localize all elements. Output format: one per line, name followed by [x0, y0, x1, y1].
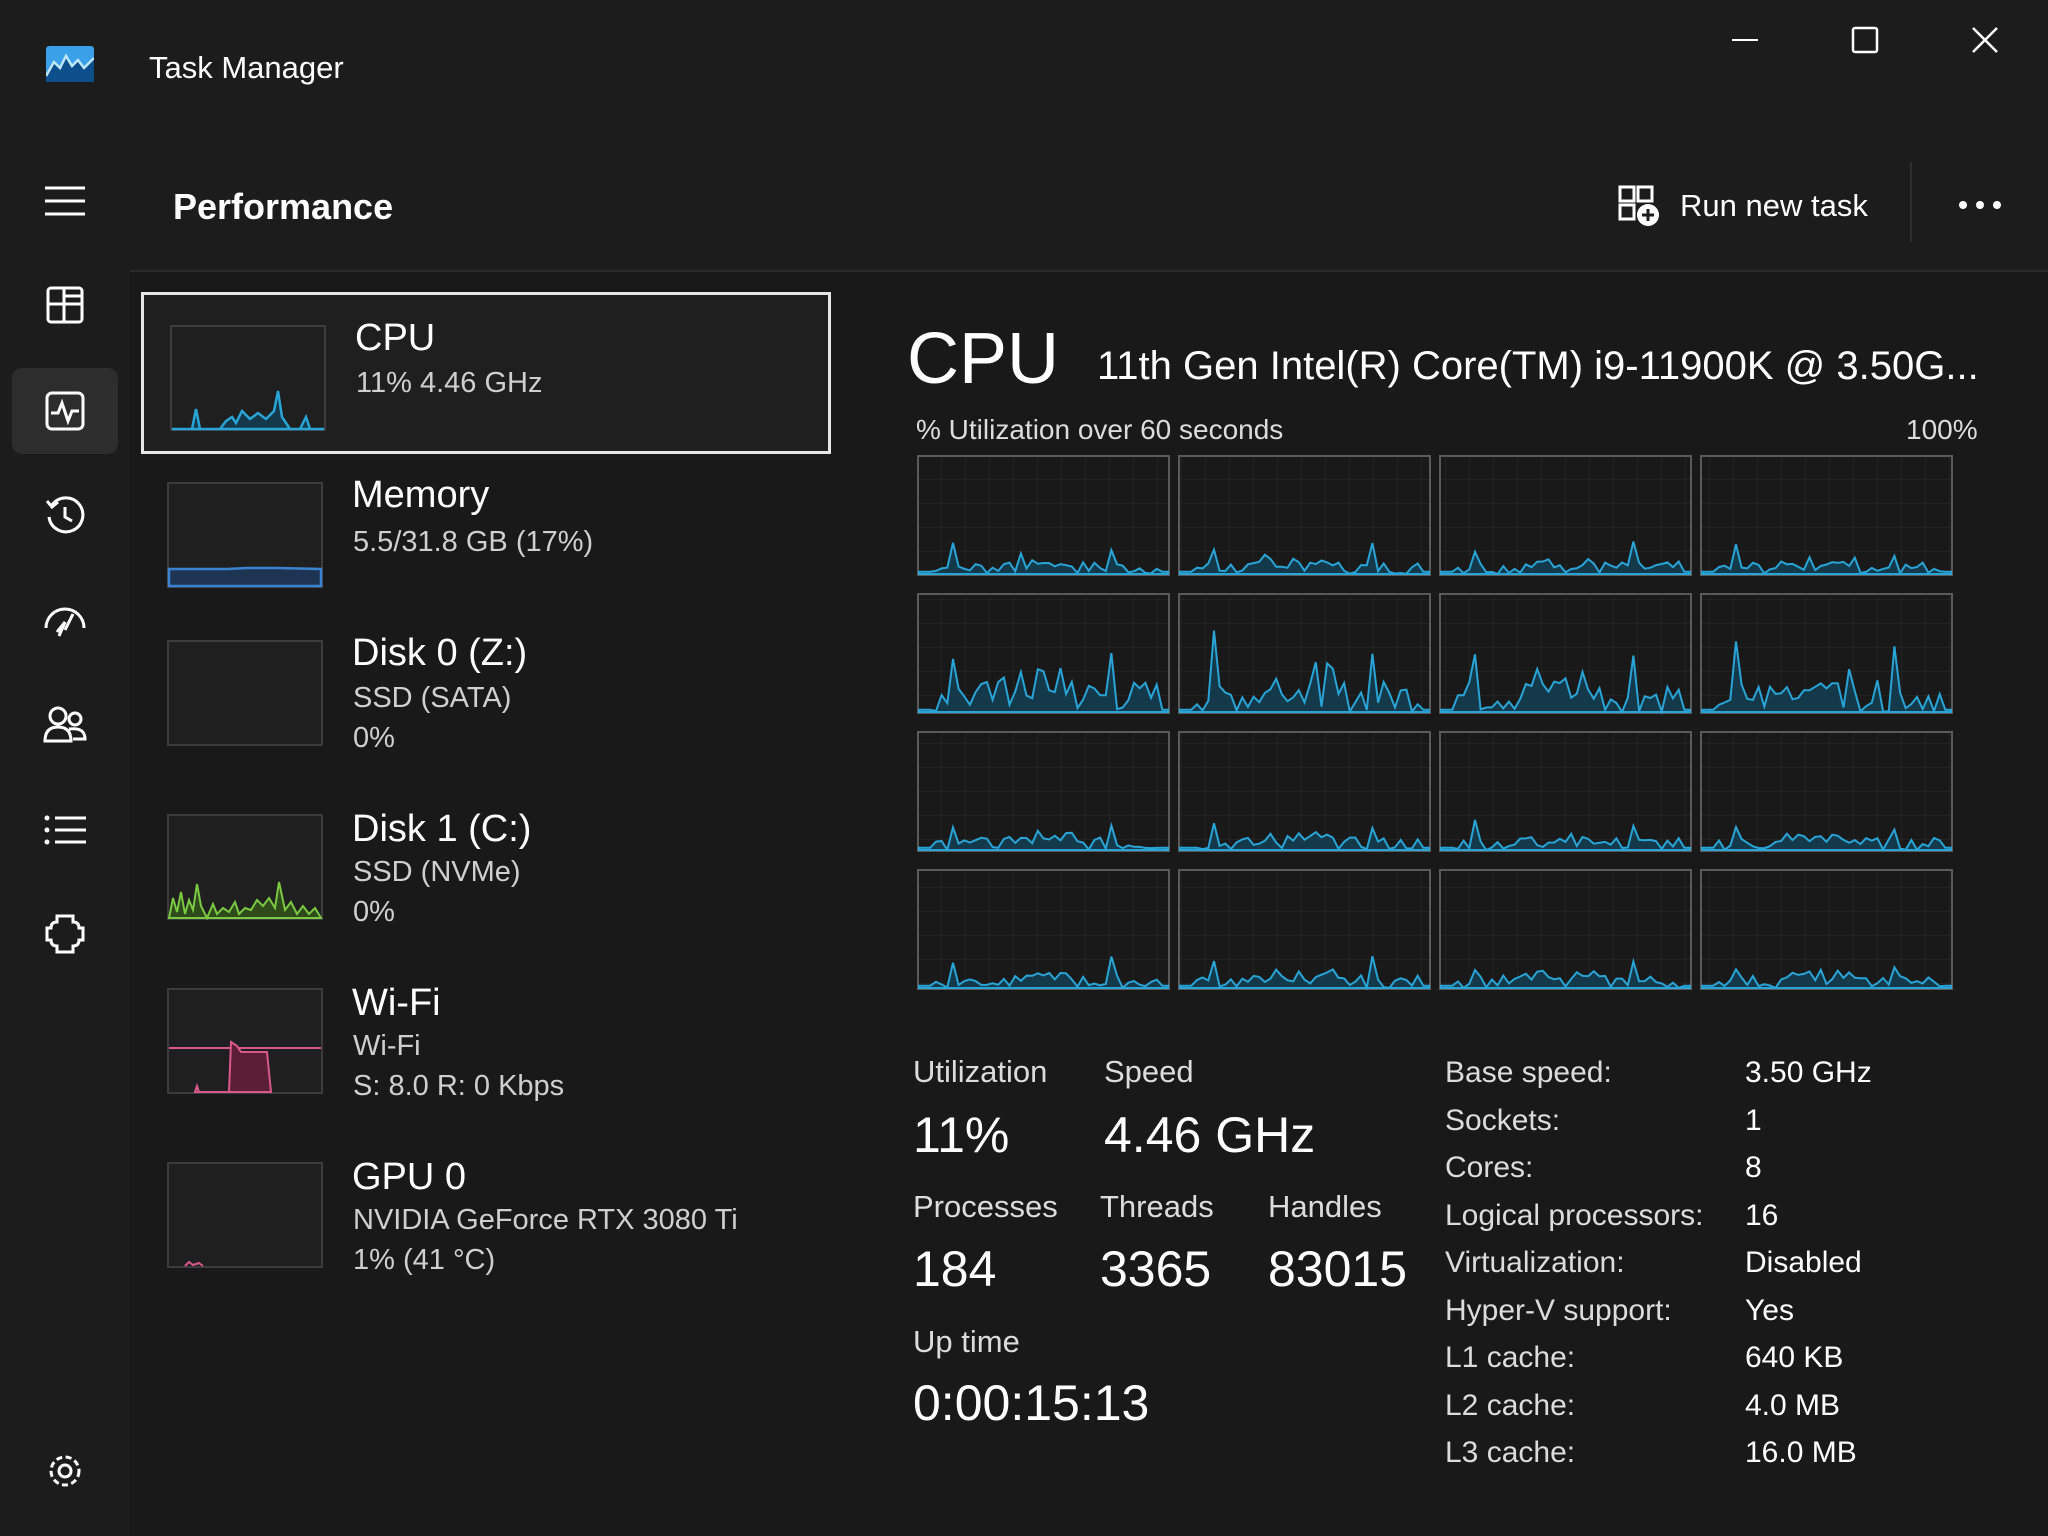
device-disk-0[interactable]: Disk 0 (Z:) SSD (SATA) 0% [141, 624, 831, 786]
spec-value: 1 [1745, 1104, 1762, 1137]
nav-processes[interactable] [12, 262, 118, 348]
handles-value: 83015 [1268, 1241, 1408, 1297]
disk1-thumbnail-graph [167, 814, 323, 920]
logical-processor-graphs [917, 455, 1953, 990]
device-name: Memory [352, 474, 490, 516]
gpu-thumbnail-graph [167, 1162, 323, 1268]
users-icon [43, 706, 87, 743]
cpu-model: 11th Gen Intel(R) Core(TM) i9-11900K @ 3… [1097, 344, 1979, 388]
minimize-button[interactable] [1685, 0, 1805, 80]
device-detail: 0% [353, 896, 395, 928]
spec-value: 8 [1745, 1151, 1762, 1184]
spec-value: 640 KB [1745, 1341, 1844, 1374]
spec-label: L1 cache: [1445, 1341, 1576, 1374]
device-detail: 1% (41 °C) [353, 1244, 496, 1276]
memory-thumbnail-graph [167, 482, 323, 588]
utilization-value: 11% [913, 1107, 1010, 1163]
spec-value: 4.0 MB [1745, 1389, 1841, 1422]
more-icon [1959, 201, 2001, 209]
spec-value: Disabled [1745, 1246, 1862, 1279]
spec-label: L3 cache: [1445, 1436, 1576, 1469]
graph-caption: % Utilization over 60 seconds [916, 414, 1284, 445]
nav-settings[interactable] [12, 1428, 118, 1514]
header-divider [1910, 162, 1912, 242]
device-memory[interactable]: Memory 5.5/31.8 GB (17%) [141, 454, 831, 616]
close-button[interactable] [1925, 0, 2045, 80]
spec-value: 16.0 MB [1745, 1436, 1857, 1469]
device-detail: SSD (NVMe) [353, 856, 521, 888]
spec-value: 3.50 GHz [1745, 1056, 1872, 1089]
run-task-icon [1618, 185, 1659, 226]
device-detail: SSD (SATA) [353, 682, 512, 714]
device-name: CPU [355, 317, 436, 359]
cpu-thumbnail-graph [170, 325, 326, 431]
device-detail: 5.5/31.8 GB (17%) [353, 526, 594, 558]
device-detail: 11% 4.46 GHz [356, 367, 543, 399]
nav-services[interactable] [12, 891, 118, 977]
run-new-task-button[interactable]: Run new task [1618, 178, 1868, 234]
device-wifi[interactable]: Wi-Fi Wi-Fi S: 8.0 R: 0 Kbps [141, 972, 831, 1134]
logical-processor-graph [1700, 869, 1953, 990]
spec-label: Cores: [1445, 1151, 1534, 1184]
app-history-icon [45, 496, 85, 534]
speed-label: Speed [1104, 1054, 1194, 1089]
device-detail: 0% [353, 722, 395, 754]
task-manager-logo-icon [44, 46, 95, 82]
device-detail: S: 8.0 R: 0 Kbps [353, 1070, 565, 1102]
startup-apps-icon [44, 607, 86, 637]
details-icon [44, 815, 86, 845]
services-icon [45, 914, 85, 954]
utilization-label: Utilization [913, 1054, 1048, 1089]
close-icon [1972, 27, 1998, 53]
spec-label: Sockets: [1445, 1104, 1561, 1137]
device-cpu[interactable]: CPU 11% 4.46 GHz [141, 292, 831, 454]
nav-users[interactable] [12, 682, 118, 768]
uptime-value: 0:00:15:13 [913, 1375, 1150, 1431]
processes-label: Processes [913, 1189, 1058, 1224]
run-new-task-label: Run new task [1680, 188, 1868, 223]
threads-label: Threads [1100, 1189, 1214, 1224]
maximize-icon [1851, 26, 1879, 54]
device-name: Disk 1 (C:) [352, 808, 532, 850]
handles-label: Handles [1268, 1189, 1382, 1224]
spec-value: 16 [1745, 1199, 1779, 1232]
nav-app-history[interactable] [12, 473, 118, 559]
processes-value: 184 [913, 1241, 997, 1297]
menu-button[interactable] [12, 158, 118, 244]
device-disk-1[interactable]: Disk 1 (C:) SSD (NVMe) 0% [141, 798, 831, 960]
device-name: Wi-Fi [352, 982, 441, 1024]
maximize-button[interactable] [1805, 0, 1925, 80]
spec-label: Base speed: [1445, 1056, 1612, 1089]
settings-icon [49, 1455, 81, 1487]
spec-label: Hyper-V support: [1445, 1294, 1672, 1327]
window-title: Task Manager [149, 50, 344, 85]
device-gpu[interactable]: GPU 0 NVIDIA GeForce RTX 3080 Ti 1% (41 … [141, 1146, 831, 1308]
device-name: GPU 0 [352, 1156, 467, 1198]
threads-value: 3365 [1100, 1241, 1212, 1297]
device-name: Disk 0 (Z:) [352, 632, 528, 674]
nav-startup-apps[interactable] [12, 577, 118, 663]
minimize-icon [1732, 39, 1758, 41]
device-detail: Wi-Fi [353, 1030, 421, 1062]
page-title: Performance [173, 186, 394, 227]
graph-max-label: 100% [1906, 414, 1978, 445]
spec-label: Logical processors: [1445, 1199, 1704, 1232]
processes-icon [46, 286, 84, 324]
spec-label: L2 cache: [1445, 1389, 1576, 1422]
nav-details[interactable] [12, 787, 118, 873]
wifi-thumbnail-graph [167, 988, 323, 1094]
uptime-label: Up time [913, 1324, 1020, 1359]
detail-title: CPU [907, 319, 1060, 399]
logical-processor-graph [1439, 869, 1692, 990]
device-detail: NVIDIA GeForce RTX 3080 Ti [353, 1204, 738, 1236]
spec-value: Yes [1745, 1294, 1794, 1327]
menu-icon [45, 186, 85, 216]
performance-icon [45, 391, 85, 431]
speed-value: 4.46 GHz [1104, 1107, 1316, 1163]
disk0-thumbnail-graph [167, 640, 323, 746]
more-options-button[interactable] [1940, 180, 2020, 230]
spec-label: Virtualization: [1445, 1246, 1625, 1279]
nav-performance[interactable] [12, 368, 118, 454]
